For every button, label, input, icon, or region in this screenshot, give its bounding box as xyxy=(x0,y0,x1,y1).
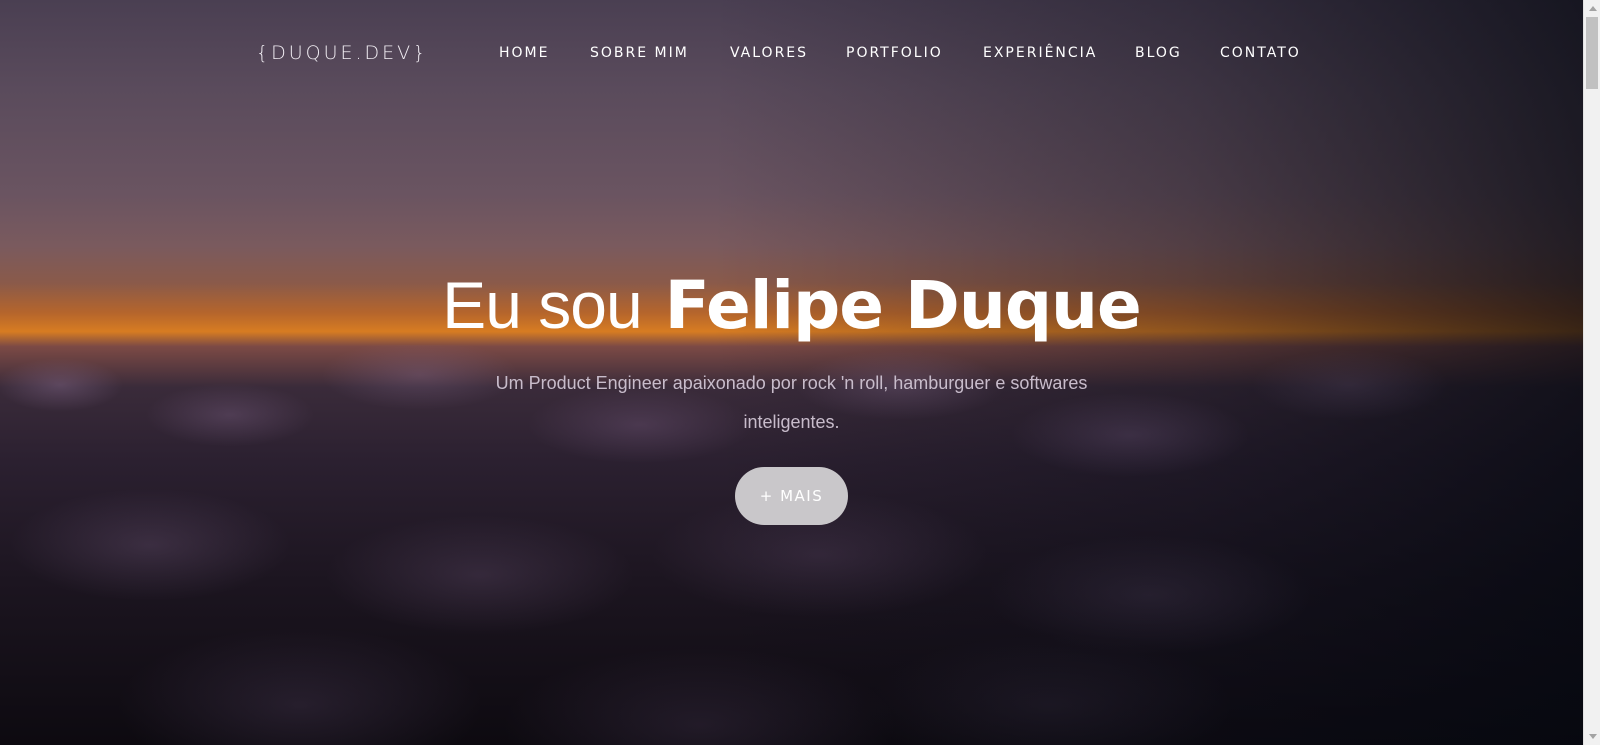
nav-item-blog[interactable]: BLOG xyxy=(1135,45,1182,61)
moon-icon[interactable] xyxy=(995,70,1007,86)
nav-item-valores[interactable]: VALORES xyxy=(730,45,808,61)
hero-tagline: Um Product Engineer apaixonado por rock … xyxy=(495,373,1088,432)
headline-prefix: Eu sou xyxy=(442,268,642,342)
hero-headline: Eu sou Felipe Duque xyxy=(0,265,1583,346)
vertical-scrollbar[interactable] xyxy=(1583,0,1600,745)
nav-item-home[interactable]: HOME xyxy=(499,45,549,61)
nav-item-portfolio[interactable]: PORTFOLIO xyxy=(846,45,943,61)
more-button[interactable]: + MAIS xyxy=(735,467,848,525)
headline-name: Felipe Duque xyxy=(664,267,1142,344)
scroll-up-arrow-icon[interactable] xyxy=(1584,0,1600,17)
nav-item-contato[interactable]: CONTATO xyxy=(1220,45,1301,61)
scroll-down-arrow-icon[interactable] xyxy=(1584,728,1600,745)
nav-item-sobre-mim[interactable]: SOBRE MIM xyxy=(590,45,689,61)
scrollbar-thumb[interactable] xyxy=(1586,17,1598,89)
site-logo[interactable]: {DUQUE.DEV} xyxy=(256,42,428,64)
nav-item-experiencia[interactable]: EXPERIÊNCIA xyxy=(983,45,1097,61)
